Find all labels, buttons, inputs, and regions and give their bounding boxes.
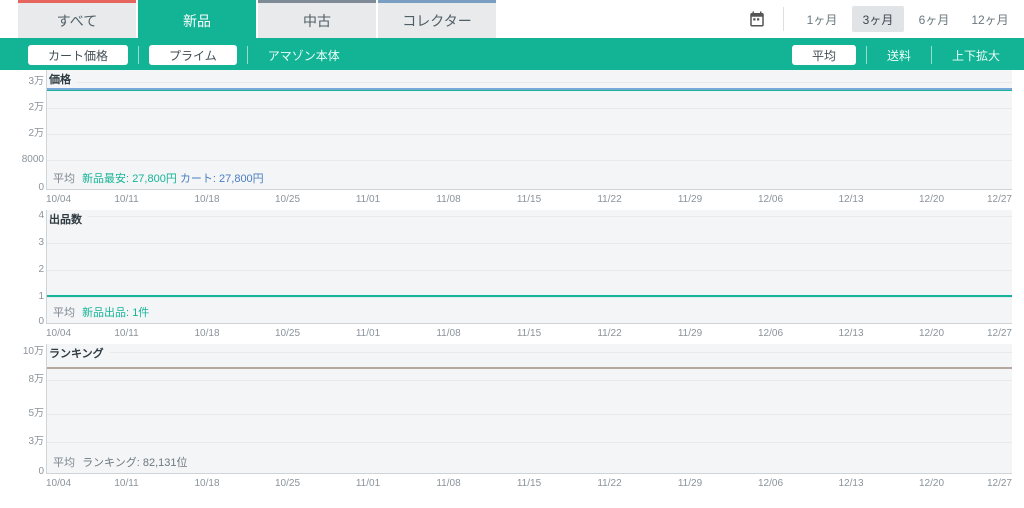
divider [783, 7, 784, 31]
opt-shipping[interactable]: 送料 [877, 47, 921, 64]
tab-new[interactable]: 新品 [138, 0, 256, 38]
tab-collector[interactable]: コレクター [378, 0, 496, 38]
y-tick: 3万 [4, 437, 44, 447]
y-tick: 5万 [4, 409, 44, 419]
chart-options-bar: カート価格 プライム アマゾン本体 平均 送料 上下拡大 [0, 40, 1024, 70]
range-3m[interactable]: 3ヶ月 [852, 6, 904, 32]
y-tick: 2万 [4, 129, 44, 139]
opt-prime[interactable]: プライム [149, 45, 237, 65]
y-tick: 8万 [4, 375, 44, 385]
rank-chart: 10万 8万 5万 3万 0 ランキング 平均 ランキング: 82,131位 1… [0, 344, 1024, 492]
avg-offers-label: 新品出品: [82, 307, 129, 319]
opt-average[interactable]: 平均 [792, 45, 856, 65]
range-1m[interactable]: 1ヶ月 [796, 6, 848, 32]
avg-cart-value: 27,800円 [219, 173, 264, 185]
y-tick: 0 [4, 467, 44, 477]
y-tick: 0 [4, 317, 44, 327]
tab-all[interactable]: すべて [18, 0, 136, 38]
y-tick: 8000 [4, 155, 44, 165]
avg-rank-value: 82,131位 [143, 457, 188, 469]
price-chart: 3万 2万 2万 8000 0 価格 平均 新品最安: 27,800円 カート:… [0, 70, 1024, 208]
y-tick: 2 [4, 265, 44, 275]
avg-offers-value: 1件 [132, 307, 149, 319]
divider [866, 46, 867, 64]
y-tick: 10万 [4, 347, 44, 357]
price-plot-area[interactable]: 価格 平均 新品最安: 27,800円 カート: 27,800円 [46, 70, 1012, 190]
divider [931, 46, 932, 64]
offers-chart: 4 3 2 1 0 出品数 平均 新品出品: 1件 10/0410/1110/1… [0, 210, 1024, 342]
offers-avg-legend: 平均 新品出品: 1件 [49, 303, 153, 321]
opt-amazon-self[interactable]: アマゾン本体 [258, 47, 350, 64]
y-tick: 3 [4, 238, 44, 248]
y-tick: 1 [4, 292, 44, 302]
line-new-offers [47, 295, 1012, 297]
price-xaxis: 10/0410/1110/1810/2511/0111/0811/1511/22… [46, 192, 1012, 208]
offers-chart-title: 出品数 [47, 211, 88, 228]
line-new-lowest [47, 90, 1012, 91]
y-tick: 0 [4, 183, 44, 193]
range-12m[interactable]: 12ヶ月 [964, 6, 1016, 32]
range-6m[interactable]: 6ヶ月 [908, 6, 960, 32]
rank-avg-legend: 平均 ランキング: 82,131位 [49, 453, 192, 471]
rank-xaxis: 10/0410/1110/1810/2511/0111/0811/1511/22… [46, 476, 1012, 492]
avg-prefix: 平均 [53, 457, 75, 469]
y-tick: 3万 [4, 77, 44, 87]
price-avg-legend: 平均 新品最安: 27,800円 カート: 27,800円 [49, 169, 268, 187]
tab-used[interactable]: 中古 [258, 0, 376, 38]
offers-plot-area[interactable]: 出品数 平均 新品出品: 1件 [46, 210, 1012, 324]
avg-prefix: 平均 [53, 307, 75, 319]
divider [247, 46, 248, 64]
avg-new-low-label: 新品最安: [82, 173, 129, 185]
divider [138, 46, 139, 64]
opt-cart-price[interactable]: カート価格 [28, 45, 128, 65]
condition-tabs: すべて 新品 中古 コレクター 1ヶ月 3ヶ月 6ヶ月 12ヶ月 [0, 0, 1024, 40]
avg-rank-label: ランキング: [82, 457, 140, 469]
rank-chart-title: ランキング [47, 345, 110, 362]
calendar-icon[interactable] [743, 5, 771, 33]
line-ranking [47, 367, 1012, 369]
avg-cart-label: カート: [180, 173, 216, 185]
avg-new-low-value: 27,800円 [132, 173, 177, 185]
offers-xaxis: 10/0410/1110/1810/2511/0111/0811/1511/22… [46, 326, 1012, 342]
opt-expand[interactable]: 上下拡大 [942, 47, 1010, 64]
price-chart-title: 価格 [47, 71, 77, 88]
y-tick: 2万 [4, 103, 44, 113]
date-range-controls: 1ヶ月 3ヶ月 6ヶ月 12ヶ月 [743, 0, 1024, 38]
rank-plot-area[interactable]: ランキング 平均 ランキング: 82,131位 [46, 344, 1012, 474]
y-tick: 4 [4, 211, 44, 221]
avg-prefix: 平均 [53, 173, 75, 185]
